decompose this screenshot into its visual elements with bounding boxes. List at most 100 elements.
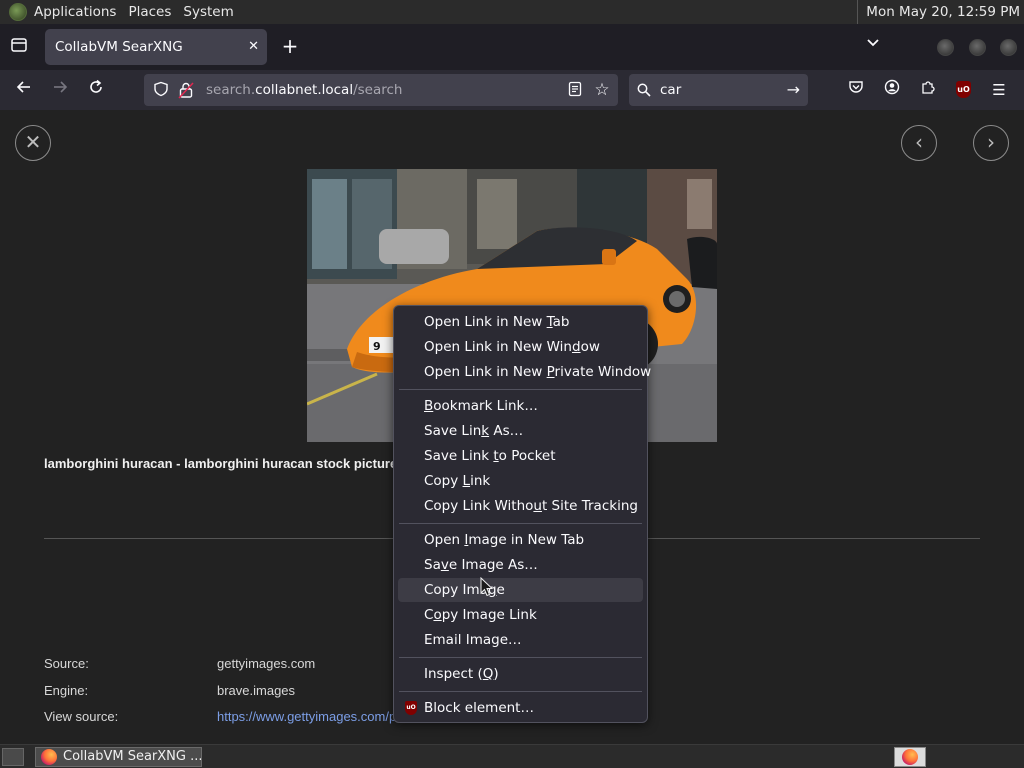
engine-label: Engine: bbox=[44, 683, 89, 698]
mouse-cursor-icon bbox=[480, 577, 494, 597]
url-text[interactable]: search.collabnet.local/search bbox=[206, 74, 402, 106]
extensions-puzzle-icon[interactable] bbox=[917, 79, 939, 101]
next-image-icon[interactable]: › bbox=[973, 125, 1009, 161]
url-bar[interactable]: search.collabnet.local/search ☆ bbox=[144, 74, 618, 106]
search-bar[interactable]: car → bbox=[629, 74, 808, 106]
menu-item-text: Open Link in New bbox=[424, 364, 547, 380]
applications-menu[interactable]: Applications bbox=[28, 0, 122, 24]
list-all-tabs-icon[interactable] bbox=[862, 35, 884, 57]
workspace-switcher[interactable] bbox=[894, 747, 926, 767]
menu-item-save-link-as[interactable]: Save Link As… bbox=[398, 419, 643, 443]
bottom-taskbar: CollabVM SearXNG ... bbox=[0, 744, 1024, 768]
menu-item-text: Sa bbox=[424, 557, 441, 573]
menu-item-text: Email Image… bbox=[424, 632, 522, 648]
show-desktop-icon[interactable] bbox=[2, 748, 24, 766]
taskbar-window-button[interactable]: CollabVM SearXNG ... bbox=[35, 747, 202, 767]
menu-item-block-element[interactable]: uO Block element… bbox=[398, 696, 643, 720]
menu-item-email-image[interactable]: Email Image… bbox=[398, 628, 643, 652]
minimize-window-icon[interactable] bbox=[937, 39, 954, 56]
account-icon[interactable] bbox=[881, 79, 903, 101]
menu-item-text: e bbox=[496, 582, 505, 598]
previous-image-icon[interactable]: ‹ bbox=[901, 125, 937, 161]
search-input[interactable]: car bbox=[660, 74, 681, 106]
forward-arrow-icon[interactable] bbox=[46, 76, 74, 104]
menu-item-copy-link-without-tracking[interactable]: Copy Link Without Site Tracking bbox=[398, 494, 643, 518]
menu-item-text: rivate Window bbox=[554, 364, 652, 380]
menu-item-open-image-new-tab[interactable]: Open Image in New Tab bbox=[398, 528, 643, 552]
menu-item-copy-link[interactable]: Copy Link bbox=[398, 469, 643, 493]
menu-item-save-link-to-pocket[interactable]: Save Link to Pocket bbox=[398, 444, 643, 468]
menu-separator bbox=[399, 389, 642, 390]
menu-item-text: Copy Ima bbox=[424, 582, 488, 598]
menu-item-text: ab bbox=[552, 314, 570, 330]
tab-title: CollabVM SearXNG bbox=[55, 39, 183, 55]
ublock-origin-icon[interactable]: uO bbox=[956, 81, 971, 98]
insecure-lock-icon[interactable] bbox=[178, 81, 194, 99]
places-menu[interactable]: Places bbox=[122, 0, 177, 24]
view-source-link[interactable]: https://www.gettyimages.com/p bbox=[217, 709, 396, 724]
navigation-toolbar: search.collabnet.local/search ☆ car → uO… bbox=[0, 70, 1024, 110]
menu-item-text: Copy bbox=[424, 473, 463, 489]
back-arrow-icon[interactable] bbox=[10, 76, 38, 104]
firefox-view-icon[interactable] bbox=[8, 36, 30, 58]
url-path: /search bbox=[353, 82, 403, 98]
close-tab-icon[interactable]: ✕ bbox=[248, 29, 259, 65]
menu-item-save-image-as[interactable]: Save Image As… bbox=[398, 553, 643, 577]
panel-clock[interactable]: Mon May 20, 12:59 PM bbox=[857, 0, 1020, 24]
close-window-icon[interactable] bbox=[1000, 39, 1017, 56]
menu-separator bbox=[399, 657, 642, 658]
menu-item-accesskey: o bbox=[433, 607, 442, 623]
menu-item-text: Open bbox=[424, 532, 465, 548]
engine-value: brave.images bbox=[217, 683, 296, 698]
menu-item-accesskey: B bbox=[424, 398, 434, 414]
menu-item-accesskey: L bbox=[462, 473, 471, 489]
tab-collabvm-searxng[interactable]: CollabVM SearXNG ✕ bbox=[45, 29, 267, 65]
top-panel: Applications Places System Mon May 20, 1… bbox=[0, 0, 1024, 24]
menu-item-text: Save Link bbox=[424, 448, 494, 464]
tracking-protection-shield-icon[interactable] bbox=[152, 81, 170, 99]
menu-item-text: Open Link in New Win bbox=[424, 339, 572, 355]
search-go-arrow-icon[interactable]: → bbox=[787, 74, 800, 106]
menu-separator bbox=[399, 691, 642, 692]
menu-item-text: As… bbox=[489, 423, 524, 439]
menu-item-open-link-new-window[interactable]: Open Link in New Window bbox=[398, 335, 643, 359]
license-plate-text: 9 bbox=[373, 340, 381, 353]
search-icon bbox=[637, 74, 651, 106]
bookmark-star-icon[interactable]: ☆ bbox=[592, 80, 612, 100]
menu-item-copy-image-link[interactable]: Copy Image Link bbox=[398, 603, 643, 627]
menu-item-open-link-private-window[interactable]: Open Link in New Private Window bbox=[398, 360, 651, 384]
reader-view-icon[interactable] bbox=[566, 81, 584, 99]
hamburger-menu-icon[interactable]: ☰ bbox=[988, 79, 1010, 101]
new-tab-icon[interactable]: + bbox=[278, 34, 302, 58]
menu-item-accesskey: u bbox=[533, 498, 542, 514]
menu-item-text: o Pocket bbox=[498, 448, 556, 464]
system-menu[interactable]: System bbox=[177, 0, 239, 24]
menu-item-accesskey: P bbox=[546, 364, 555, 380]
ublock-origin-icon: uO bbox=[405, 701, 417, 715]
menu-item-accesskey: d bbox=[571, 339, 581, 355]
menu-item-text: ) bbox=[493, 666, 499, 682]
firefox-icon bbox=[902, 749, 918, 765]
taskbar-window-title: CollabVM SearXNG ... bbox=[63, 749, 202, 764]
menu-item-text: ink bbox=[470, 473, 491, 489]
menu-item-open-link-new-tab[interactable]: Open Link in New Tab bbox=[398, 310, 643, 334]
menu-item-copy-image[interactable]: Copy Image bbox=[398, 578, 643, 602]
menu-item-text: Copy Link Witho bbox=[424, 498, 534, 514]
url-host: collabnet.local bbox=[255, 82, 354, 98]
menu-item-text: Inspect ( bbox=[424, 666, 483, 682]
url-prefix: search. bbox=[206, 82, 256, 98]
menu-item-bookmark-link[interactable]: Bookmark Link… bbox=[398, 394, 643, 418]
source-label: Source: bbox=[44, 656, 89, 671]
image-caption: lamborghini huracan - lamborghini huraca… bbox=[44, 456, 398, 471]
reload-icon[interactable] bbox=[82, 76, 110, 104]
context-menu: Open Link in New Tab Open Link in New Wi… bbox=[393, 305, 651, 723]
pocket-icon[interactable] bbox=[845, 79, 867, 101]
distro-logo-icon[interactable] bbox=[9, 3, 27, 21]
menu-item-accesskey: v bbox=[440, 557, 449, 573]
close-preview-icon[interactable]: ✕ bbox=[15, 125, 51, 161]
menu-item-accesskey: k bbox=[481, 423, 490, 439]
menu-item-inspect[interactable]: Inspect (Q) bbox=[398, 662, 643, 686]
menu-item-text: t Site Tracking bbox=[541, 498, 638, 514]
maximize-window-icon[interactable] bbox=[969, 39, 986, 56]
source-value: gettyimages.com bbox=[217, 656, 316, 671]
